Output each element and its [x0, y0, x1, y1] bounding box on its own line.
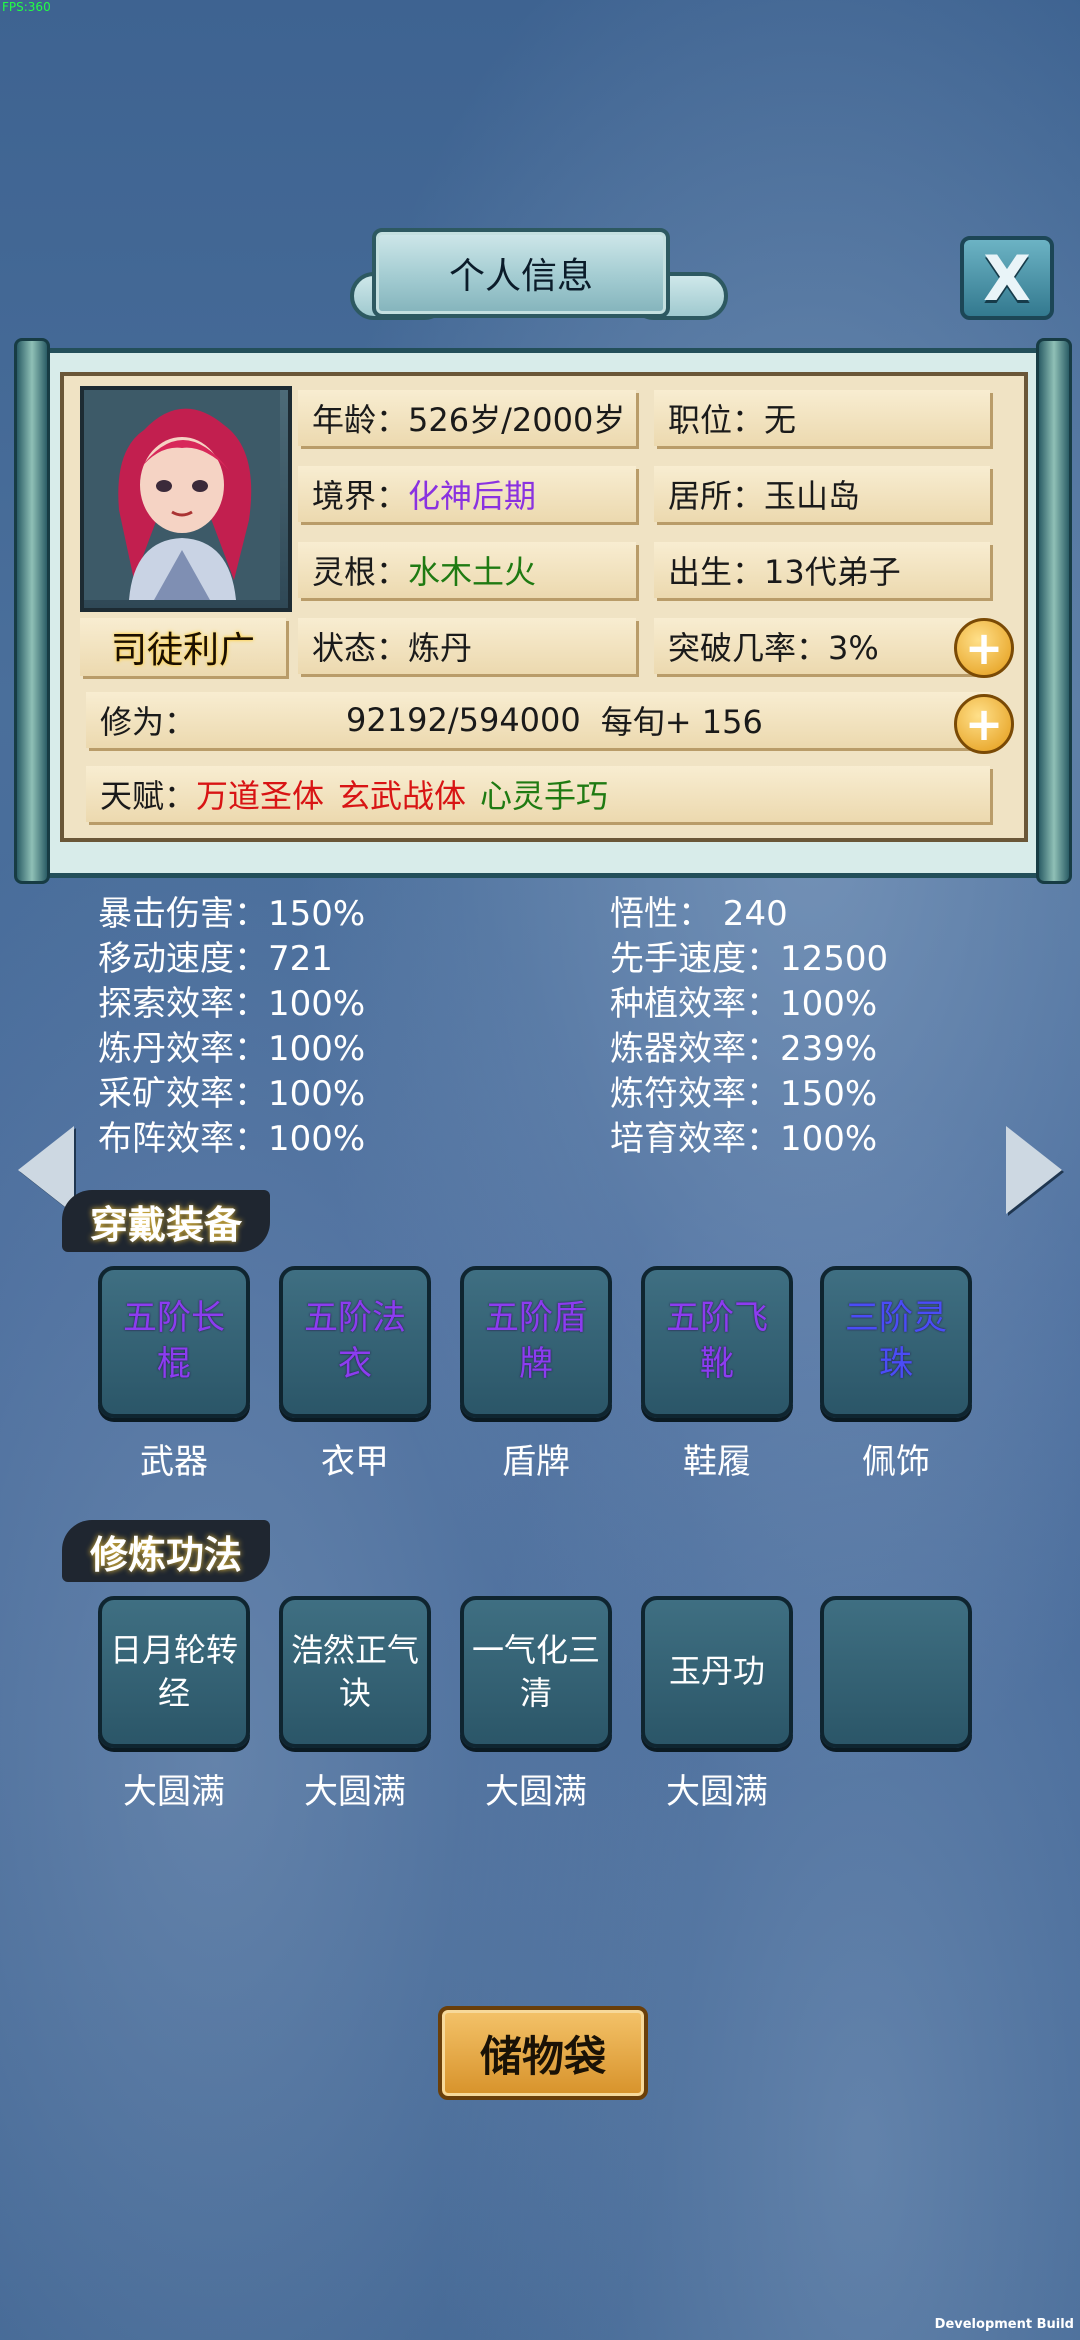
close-icon: X	[983, 241, 1031, 315]
cultivation-plus-button[interactable]: +	[954, 694, 1014, 754]
arrow-left-icon[interactable]	[18, 1126, 74, 1214]
dev-build-label: Development Build	[934, 2317, 1074, 2332]
equipment-slot-armor[interactable]: 五阶法衣	[279, 1266, 431, 1418]
position-field: 职位：无	[654, 390, 990, 446]
talent-item: 万道圣体	[196, 777, 325, 815]
skill-level-label: 大圆满	[666, 1772, 768, 1812]
skill-level-label: 大圆满	[123, 1772, 225, 1812]
equipment-slot-label: 鞋履	[683, 1442, 751, 1482]
equipment-slot-label: 佩饰	[862, 1442, 930, 1482]
realm-label: 境界：	[312, 477, 409, 515]
spirit-root-field: 灵根： 水木土火	[298, 542, 636, 598]
skill-slot[interactable]: 浩然正气诀	[279, 1596, 431, 1748]
close-button[interactable]: X	[960, 236, 1054, 320]
equipment-slot-label: 盾牌	[502, 1442, 570, 1482]
skill-slot[interactable]: 玉丹功	[641, 1596, 793, 1748]
stat-planting-eff: 种植效率：100%	[610, 984, 878, 1024]
character-portrait[interactable]	[80, 386, 292, 612]
stat-forging-eff: 炼器效率：239%	[610, 1029, 878, 1069]
stat-explore-eff: 探索效率：100%	[98, 984, 366, 1024]
origin-field: 出生：13代弟子	[654, 542, 990, 598]
age-field: 年龄：526岁/2000岁	[298, 390, 636, 446]
skills-section-title: 修炼功法	[62, 1520, 271, 1582]
cultivation-rate: 每旬+ 156	[600, 703, 763, 741]
stat-formation-eff: 布阵效率：100%	[98, 1119, 366, 1159]
talent-item: 心灵手巧	[480, 777, 609, 815]
stat-move-speed: 移动速度：721	[98, 939, 333, 979]
stat-mining-eff: 采矿效率：100%	[98, 1074, 366, 1114]
residence-field: 居所：玉山岛	[654, 466, 990, 522]
skill-slot[interactable]: 日月轮转经	[98, 1596, 250, 1748]
talent-item: 玄武战体	[338, 777, 467, 815]
scroll-roller-right	[1036, 338, 1072, 884]
talent-field: 天赋： 万道圣体 玄武战体 心灵手巧	[86, 766, 990, 822]
stat-breeding-eff: 培育效率：100%	[610, 1119, 878, 1159]
cultivation-label: 修为：	[100, 703, 197, 741]
equipment-slot-boots[interactable]: 五阶飞靴	[641, 1266, 793, 1418]
equipment-slot-accessory[interactable]: 三阶灵珠	[820, 1266, 972, 1418]
stat-alchemy-eff: 炼丹效率：100%	[98, 1029, 366, 1069]
breakthrough-plus-button[interactable]: +	[954, 618, 1014, 678]
status-field: 状态：炼丹	[298, 618, 636, 674]
cultivation-field: 修为： 92192/594000 每旬+ 156	[86, 692, 990, 748]
stat-comprehension: 悟性： 240	[610, 894, 788, 934]
equipment-section-title: 穿戴装备	[62, 1190, 271, 1252]
page-title: 个人信息	[372, 228, 670, 318]
stat-crit-damage: 暴击伤害：150%	[98, 894, 366, 934]
skill-slot-empty[interactable]	[820, 1596, 972, 1748]
character-avatar-icon	[84, 390, 280, 600]
equipment-slot-label: 武器	[140, 1442, 208, 1482]
stat-talisman-eff: 炼符效率：150%	[610, 1074, 878, 1114]
plus-icon: +	[964, 697, 1004, 751]
plus-icon: +	[964, 621, 1004, 675]
storage-bag-button[interactable]: 储物袋	[438, 2006, 648, 2100]
realm-value: 化神后期	[408, 477, 537, 515]
equipment-slot-shield[interactable]: 五阶盾牌	[460, 1266, 612, 1418]
arrow-right-icon[interactable]	[1006, 1126, 1062, 1214]
realm-field: 境界： 化神后期	[298, 466, 636, 522]
fps-counter: FPS:360	[2, 0, 51, 14]
spirit-root-value: 水木土火	[408, 553, 537, 591]
skill-level-label: 大圆满	[304, 1772, 406, 1812]
talent-label: 天赋：	[100, 777, 197, 815]
scroll-roller-left	[14, 338, 50, 884]
spirit-root-label: 灵根：	[312, 553, 409, 591]
stat-initiative-speed: 先手速度：12500	[610, 939, 889, 979]
skill-slot[interactable]: 一气化三清	[460, 1596, 612, 1748]
skill-level-label: 大圆满	[485, 1772, 587, 1812]
character-name: 司徒利广	[80, 618, 286, 676]
equipment-slot-label: 衣甲	[321, 1442, 389, 1482]
breakthrough-field: 突破几率：3%	[654, 618, 990, 674]
cultivation-value: 92192/594000	[346, 701, 581, 739]
equipment-slot-weapon[interactable]: 五阶长棍	[98, 1266, 250, 1418]
